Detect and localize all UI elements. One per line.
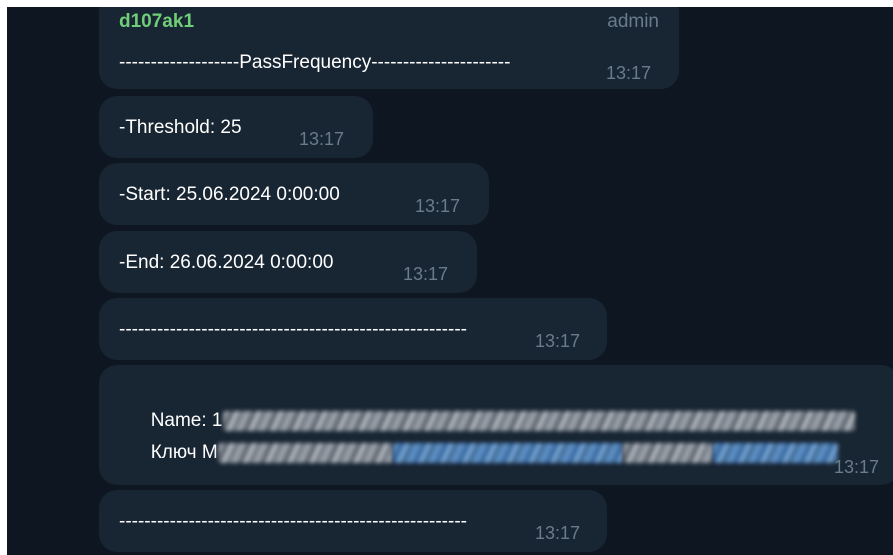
- message-bubble[interactable]: -End: 26.06.2024 0:00:00 13:17: [99, 231, 477, 293]
- message-bubble[interactable]: -Start: 25.06.2024 0:00:00 13:17: [99, 163, 489, 225]
- message-bubble[interactable]: ----------------------------------------…: [99, 298, 607, 360]
- redacted-key-link: [712, 442, 838, 463]
- sender-role-badge: admin: [607, 11, 659, 32]
- redacted-key-link: [392, 442, 623, 463]
- message-time: 13:17: [403, 264, 449, 284]
- message-line-key: Ключ M: [119, 417, 838, 489]
- message-text: -------------------PassFrequency--------…: [119, 52, 511, 73]
- message-bubble[interactable]: d107ak1 admin -------------------PassFre…: [99, 7, 679, 89]
- chat-message-list[interactable]: d107ak1 admin -------------------PassFre…: [7, 7, 893, 555]
- message-time: 13:17: [535, 331, 581, 351]
- message-time: 13:17: [415, 196, 461, 216]
- message-bubble[interactable]: ----------------------------------------…: [99, 490, 607, 552]
- key-label: Ключ M: [150, 442, 218, 463]
- message-time: 13:17: [834, 457, 880, 477]
- message-text: ----------------------------------------…: [119, 319, 467, 340]
- message-text: -End: 26.06.2024 0:00:00: [119, 252, 334, 273]
- message-text: -Threshold: 25: [119, 117, 242, 138]
- sender-name[interactable]: d107ak1: [119, 10, 194, 34]
- message-text: -Start: 25.06.2024 0:00:00: [119, 184, 340, 205]
- redacted-key-value: [622, 442, 713, 463]
- message-bubble[interactable]: Name: 1 Ключ M 13:17: [99, 365, 893, 485]
- redacted-key-value: [217, 442, 393, 463]
- message-bubble[interactable]: -Threshold: 25 13:17: [99, 96, 373, 158]
- message-time: 13:17: [299, 129, 345, 149]
- message-time: 13:17: [606, 63, 652, 83]
- message-text: ----------------------------------------…: [119, 511, 467, 532]
- message-time: 13:17: [535, 523, 581, 543]
